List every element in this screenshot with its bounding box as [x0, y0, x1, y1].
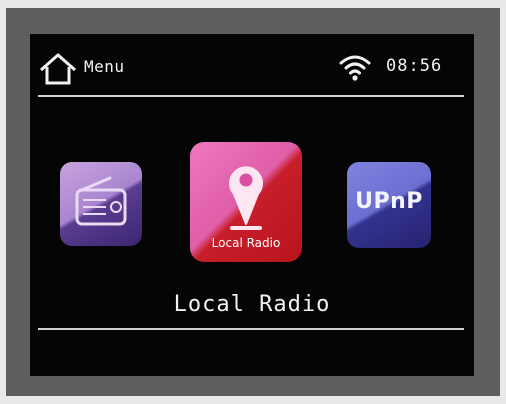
local-radio-tile[interactable]: Local Radio: [190, 142, 302, 262]
status-bar: Menu 08:56: [30, 34, 474, 100]
radio-tile[interactable]: [60, 162, 142, 246]
footer-divider: [38, 328, 464, 330]
upnp-tile[interactable]: UPnP: [347, 162, 431, 248]
radio-icon: [75, 176, 127, 226]
menu-label: Menu: [84, 57, 125, 76]
home-icon[interactable]: [38, 52, 78, 86]
upnp-icon: UPnP: [355, 189, 423, 214]
header-divider: [38, 95, 464, 97]
clock-time: 08:56: [386, 56, 443, 76]
device-bezel: Menu 08:56 Local Radio UPnP Local Radio: [6, 8, 500, 396]
display-screen: Menu 08:56 Local Radio UPnP Local Radio: [30, 34, 474, 376]
menu-carousel: Local Radio UPnP: [30, 142, 474, 272]
selected-item-title: Local Radio: [173, 292, 331, 317]
local-radio-tile-label: Local Radio: [211, 236, 281, 250]
wifi-icon: [339, 55, 371, 81]
